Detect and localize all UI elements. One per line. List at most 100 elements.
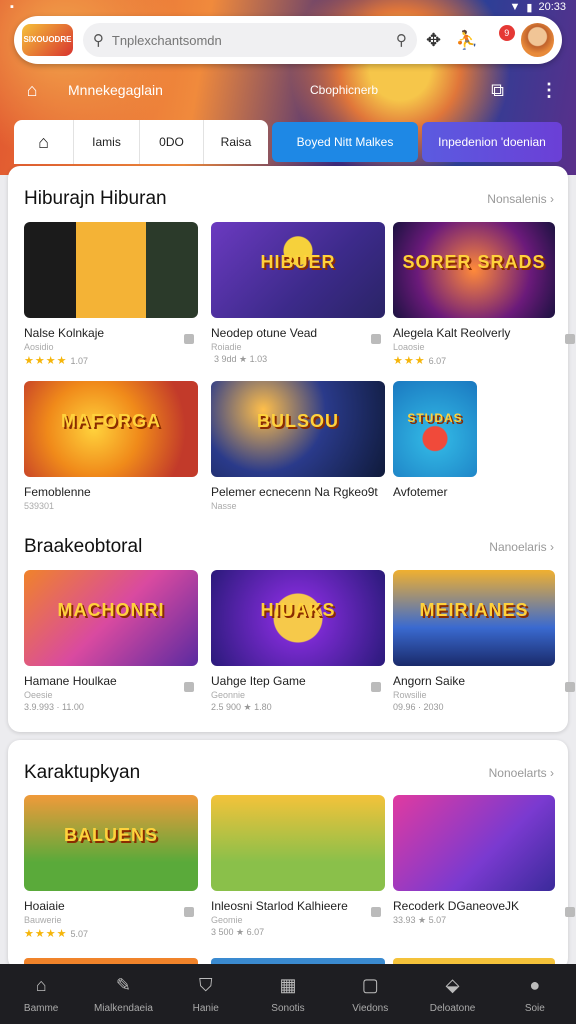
thumb-art-text: HIUAKS: [260, 600, 336, 620]
game-meta-text: 3 500 ★ 6.07: [211, 927, 265, 937]
search-submit-icon[interactable]: ⚲: [396, 31, 407, 49]
nav-item-3[interactable]: ⛉ Hanie: [171, 975, 241, 1014]
notification-badge: 9: [498, 25, 515, 41]
wifi-icon: ▼: [509, 1, 521, 13]
game-tile[interactable]: Inleosni Starlod Kalhieere Geomie 3 500 …: [211, 795, 385, 938]
home-icon: ⌂: [38, 131, 49, 152]
rating-stars: ★★★★: [24, 928, 68, 940]
game-thumbnail[interactable]: MAFORGA: [24, 381, 198, 477]
tab-3[interactable]: Raisa: [204, 120, 268, 164]
game-meta-text: 1.07: [70, 355, 88, 366]
bookmark-icon[interactable]: [565, 682, 575, 692]
tab-group: ⌂ Iamis 0DO Raisa: [14, 120, 268, 164]
notification-button[interactable]: 9: [483, 23, 516, 57]
tab-bar: ⌂ Iamis 0DO Raisa Boyed Nitt Malkes Inpe…: [14, 120, 562, 164]
more-vertical-icon[interactable]: ⋮: [540, 80, 558, 101]
house-icon[interactable]: ⌂: [14, 72, 50, 108]
app-logo[interactable]: SIXOUODRE: [22, 24, 73, 56]
game-meta-text: 3 9dd ★ 1.03: [214, 354, 268, 364]
game-tile[interactable]: HIBUER Neodep otune Vead Roiadie 3 9dd ★…: [211, 222, 385, 365]
bookmark-icon[interactable]: [184, 907, 194, 917]
game-thumbnail[interactable]: MEIRIANES: [393, 570, 555, 666]
game-tile[interactable]: Nalse Kolnkaje Aosidio ★★★★ 1.07: [24, 222, 198, 367]
game-thumbnail[interactable]: BALUENS: [24, 795, 198, 891]
game-meta-text: 33.93 ★ 5.07: [393, 915, 447, 925]
bookmark-icon[interactable]: [565, 334, 575, 344]
bookmark-icon[interactable]: [565, 907, 575, 917]
game-title: Hoaiaie: [24, 899, 65, 913]
game-subtitle: 539301: [24, 501, 55, 511]
game-thumbnail[interactable]: HIUAKS: [211, 570, 385, 666]
game-tile[interactable]: MEIRIANES Angorn Saike Rowsilie 09.96 · …: [393, 570, 575, 712]
game-meta-text: 5.07: [70, 928, 88, 939]
game-tile[interactable]: HIUAKS Uahge Itep Game Geonnie 2.5 900 ★…: [211, 570, 385, 713]
sub-bar: ⌂ Mnnekegaglain Cbophicnerb ⧉ ⋮: [14, 72, 564, 108]
game-tile[interactable]: SORER SRADS Alegela Kalt Reolverly Loaos…: [393, 222, 575, 367]
nav-label: Hanie: [192, 1002, 219, 1014]
person-icon: ●: [529, 975, 541, 995]
sub-bar-center-label[interactable]: Cbophicnerb: [310, 83, 378, 97]
friends-icon[interactable]: ⛹: [450, 23, 483, 57]
content-card: Hiburajn Hiburan Nonsalenis › Nalse Koln…: [8, 166, 575, 732]
game-meta-text: 3.9.993 · 11.00: [24, 702, 84, 712]
game-thumbnail[interactable]: [211, 795, 385, 891]
share-icon[interactable]: ⧉: [491, 80, 504, 101]
search-box[interactable]: ⚲ ⚲: [82, 23, 417, 57]
bookmark-icon[interactable]: [371, 682, 381, 692]
game-subtitle: Loaosie: [393, 342, 425, 352]
thumb-art-text: SORER SRADS: [402, 252, 546, 272]
gamepad-icon[interactable]: ✥: [417, 23, 450, 57]
nav-label: Bamme: [23, 1002, 59, 1014]
section-header: Karaktupkyan Nonoelarts ›: [24, 762, 554, 784]
game-meta: ★★★★ 5.07: [24, 927, 198, 940]
game-tile[interactable]: MACHONRI Hamane Houlkae Oeesie 3.9.993 ·…: [24, 570, 198, 712]
status-time: 20:33: [538, 1, 566, 13]
game-tile[interactable]: BALUENS Hoaiaie Bauwerie ★★★★ 5.07: [24, 795, 198, 940]
bookmark-icon[interactable]: [184, 682, 194, 692]
search-header: SIXOUODRE ⚲ ⚲ ✥ ⛹ 9: [14, 16, 562, 64]
game-thumbnail[interactable]: BULSOU: [211, 381, 385, 477]
nav-item-2[interactable]: ✎ Mialkendaeia: [88, 975, 158, 1014]
section-more-label: Nanoelaris: [489, 540, 547, 554]
bookmark-icon[interactable]: [184, 334, 194, 344]
tab-home[interactable]: ⌂: [14, 120, 74, 164]
game-meta: ★★★★ 1.07: [24, 354, 198, 367]
avatar[interactable]: [520, 23, 555, 57]
nav-item-7[interactable]: ● Soie: [500, 975, 570, 1014]
section-more-link[interactable]: Nanoelaris ›: [489, 540, 554, 554]
thumb-art-text: HIBUER: [260, 252, 336, 272]
game-thumbnail[interactable]: MACHONRI: [24, 570, 198, 666]
game-thumbnail[interactable]: HIBUER: [211, 222, 385, 318]
section-title: Braakeobtoral: [24, 536, 143, 557]
nav-item-home[interactable]: ⌂ Bamme: [6, 975, 76, 1014]
game-title: Uahge Itep Game: [211, 674, 306, 688]
game-thumbnail[interactable]: [393, 795, 555, 891]
tab-pill-blue[interactable]: Boyed Nitt Malkes: [272, 122, 418, 162]
game-meta: 3 9dd ★ 1.03: [211, 354, 385, 365]
game-tile[interactable]: MAFORGA Femoblenne 539301: [24, 381, 198, 511]
game-thumbnail[interactable]: [24, 222, 198, 318]
tab-1[interactable]: Iamis: [74, 120, 140, 164]
game-title: Nalse Kolnkaje: [24, 326, 105, 340]
game-title: Femoblenne: [24, 485, 91, 499]
nav-item-5[interactable]: ▢ Viedons: [335, 975, 405, 1014]
game-thumbnail[interactable]: STUDAS: [393, 381, 477, 477]
game-tile[interactable]: Recoderk DGaneoveJK 33.93 ★ 5.07: [393, 795, 575, 926]
thumb-art-text: MAFORGA: [61, 411, 161, 431]
game-title: Inleosni Starlod Kalhieere: [211, 899, 348, 913]
nav-item-6[interactable]: ⬙ Deloatone: [418, 975, 488, 1014]
game-subtitle: Roiadie: [211, 342, 242, 352]
game-tile[interactable]: STUDAS Avfotemer: [393, 381, 567, 499]
game-title: Pelemer ecnecenn Na Rgkeo9t: [211, 485, 378, 499]
game-tile[interactable]: BULSOU Pelemer ecnecenn Na Rgkeo9t Nasse: [211, 381, 385, 511]
search-input[interactable]: [111, 32, 388, 48]
nav-item-4[interactable]: ▦ Sonotis: [253, 975, 323, 1014]
tab-pill-purple[interactable]: Inpedenion 'doenian: [422, 122, 562, 162]
game-thumbnail[interactable]: SORER SRADS: [393, 222, 555, 318]
section-more-link[interactable]: Nonsalenis ›: [487, 192, 554, 206]
bookmark-icon[interactable]: [371, 907, 381, 917]
bookmark-icon[interactable]: [371, 334, 381, 344]
section-more-link[interactable]: Nonoelarts ›: [489, 766, 554, 780]
game-subtitle: Geonnie: [211, 690, 246, 700]
tab-2[interactable]: 0DO: [140, 120, 204, 164]
